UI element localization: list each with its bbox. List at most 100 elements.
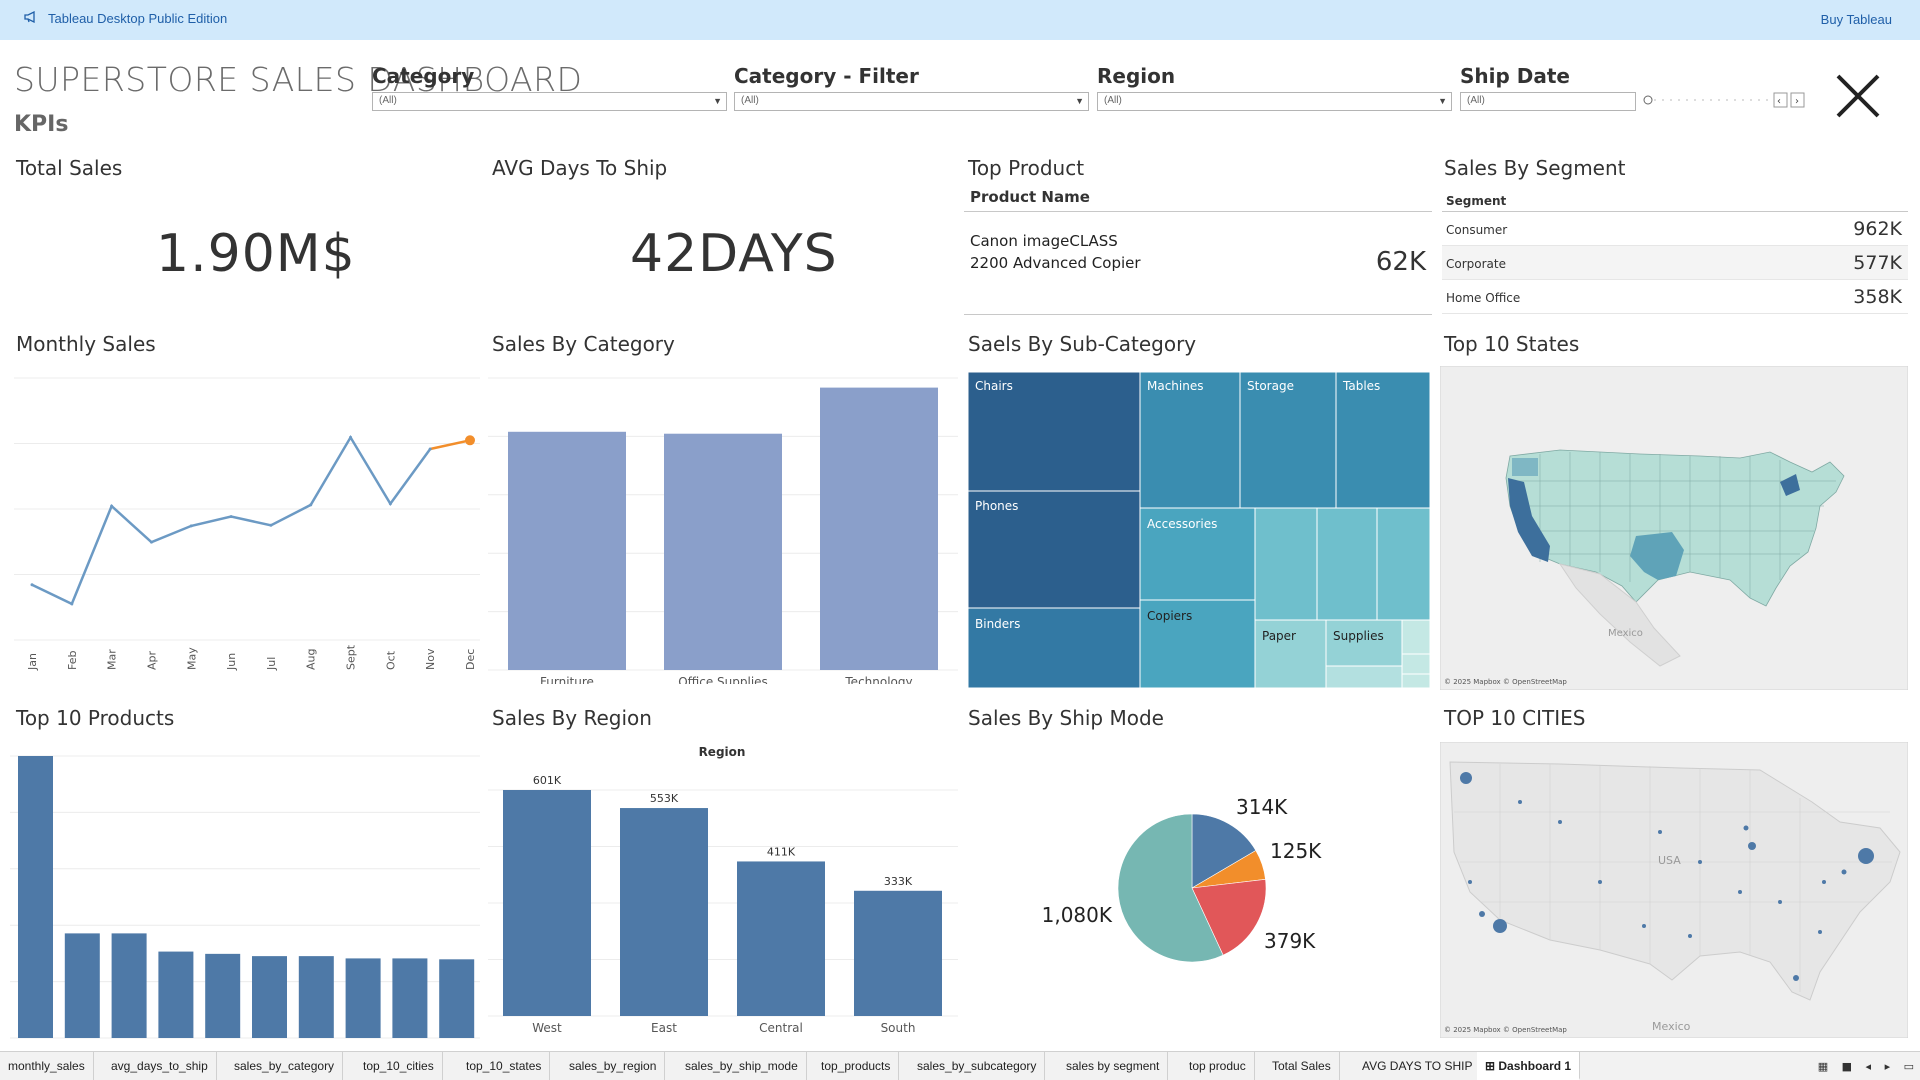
sheet-tab[interactable]: sales by segment xyxy=(1058,1052,1169,1080)
data-label: 601K xyxy=(533,774,562,787)
x-tick-label: East xyxy=(651,1021,677,1035)
city-marker xyxy=(1778,900,1782,904)
table-row[interactable]: Home Office 358K xyxy=(1442,280,1908,314)
divider xyxy=(964,314,1432,315)
filter-title: Region xyxy=(1097,64,1176,88)
city-marker xyxy=(1822,880,1826,884)
sheet-tab-label: monthly_sales xyxy=(8,1059,85,1073)
sheet-tab[interactable]: top_products xyxy=(813,1052,900,1080)
sheet-tab-label: Dashboard 1 xyxy=(1498,1059,1572,1073)
table-row[interactable]: Corporate 577K xyxy=(1442,246,1908,280)
bar xyxy=(298,956,334,1038)
sheet-tab-label: sales_by_ship_mode xyxy=(685,1059,798,1073)
next-sheet-icon[interactable]: ▸ xyxy=(1885,1060,1891,1073)
line-point xyxy=(110,504,114,508)
sales-by-ship-mode-title: Sales By Ship Mode xyxy=(968,706,1164,730)
line-point xyxy=(465,435,475,446)
top-product-title: Top Product xyxy=(968,156,1085,180)
sheet-tab[interactable]: sales_by_ship_mode xyxy=(677,1052,807,1080)
city-marker xyxy=(1468,880,1472,884)
close-icon[interactable] xyxy=(1834,72,1882,120)
sheet-tab[interactable]: monthly_sales xyxy=(0,1052,94,1080)
sheet-tab[interactable]: AVG DAYS TO SHIP xyxy=(1354,1052,1482,1080)
sheet-tab[interactable]: sales_by_category xyxy=(226,1052,344,1080)
region-header: Region xyxy=(699,745,746,759)
filter-title: Category - Filter xyxy=(734,64,919,88)
sales-by-subcategory-title: Saels By Sub-Category xyxy=(968,332,1197,356)
bar xyxy=(508,431,626,670)
top-banner: Tableau Desktop Public Edition Buy Table… xyxy=(0,0,1920,40)
pie-label: 125K xyxy=(1270,839,1322,863)
sheet-tab-label: top_10_states xyxy=(466,1059,542,1073)
avg-days-title: AVG Days To Ship xyxy=(492,156,668,180)
line-point xyxy=(70,602,74,606)
city-marker xyxy=(1743,825,1749,831)
x-tick-label: Jul xyxy=(265,657,278,671)
monthly-sales-title: Monthly Sales xyxy=(16,332,156,356)
filter-dropdown[interactable]: (All) ▼ xyxy=(372,92,727,111)
sheet-tab[interactable]: top_10_cities xyxy=(355,1052,443,1080)
top-products-chart[interactable] xyxy=(10,740,480,1040)
sheet-tab[interactable]: top_10_states xyxy=(458,1052,551,1080)
sheet-tab[interactable]: Total Sales xyxy=(1264,1052,1340,1080)
bar xyxy=(620,808,708,1016)
sheet-tab[interactable]: ⊞ Dashboard 1 xyxy=(1477,1052,1581,1080)
filter-dropdown[interactable]: (All) ▼ xyxy=(1097,92,1452,111)
bar xyxy=(820,387,938,670)
sheet-tab[interactable]: top produc xyxy=(1181,1052,1255,1080)
sales-by-category-title: Sales By Category xyxy=(492,332,675,356)
x-tick-label: Jun xyxy=(225,653,238,671)
bar xyxy=(503,790,591,1016)
sheet-tab[interactable]: avg_days_to_ship xyxy=(103,1052,217,1080)
map-attribution: © 2025 Mapbox © OpenStreetMap xyxy=(1444,1026,1567,1034)
pie-label: 314K xyxy=(1236,795,1288,819)
sheet-tab-label: top_products xyxy=(821,1059,891,1073)
city-marker xyxy=(1688,934,1692,938)
top-cities-map[interactable]: USA Mexico © 2025 Mapbox © OpenStreetMap xyxy=(1440,742,1908,1038)
sales-by-region-chart[interactable]: Region 601K West 553K East 411K Central 333K Sou… xyxy=(488,740,958,1040)
film-strip-icon[interactable]: ■ xyxy=(1842,1060,1852,1073)
city-marker xyxy=(1558,820,1562,824)
x-tick-label: Apr xyxy=(145,650,158,670)
treemap-cell-small xyxy=(1401,673,1430,688)
top-product-name: Canon imageCLASS 2200 Advanced Copier xyxy=(970,232,1141,272)
ship-mode-pie-chart[interactable]: 314K 125K 379K 1,080K xyxy=(1040,776,1340,992)
grid-view-icon[interactable]: ▦ xyxy=(1818,1060,1828,1073)
top-products-title: Top 10 Products xyxy=(16,706,175,730)
city-marker xyxy=(1818,930,1822,934)
prev-sheet-icon[interactable]: ◂ xyxy=(1866,1060,1872,1073)
bar xyxy=(111,933,147,1038)
dropdown-arrow-icon: ▼ xyxy=(1075,96,1084,106)
segment-value: 577K xyxy=(1853,252,1902,274)
segment-name: Consumer xyxy=(1446,223,1508,237)
top-states-map[interactable]: Mexico © 2025 Mapbox © OpenStreetMap xyxy=(1440,366,1908,690)
filter-region: Region (All) ▼ xyxy=(1097,64,1452,111)
filter-title: Category xyxy=(372,64,475,88)
sheet-tab-label: top_10_cities xyxy=(363,1059,434,1073)
kpis-label: KPIs xyxy=(14,112,69,137)
x-tick-label: South xyxy=(881,1021,916,1035)
x-tick-label: Feb xyxy=(66,651,79,670)
sales-by-category-chart[interactable]: Furniture Office Supplies Technology xyxy=(488,368,958,684)
monthly-sales-chart[interactable]: Jan Feb Mar Apr May Jun Jul Aug Sept Oct Nov Dec xyxy=(10,368,480,684)
treemap-label-storage: Storage xyxy=(1247,379,1294,393)
segment-title: Sales By Segment xyxy=(1444,156,1626,180)
bar xyxy=(18,756,53,1038)
top-product-value: 62K xyxy=(1375,247,1426,277)
sheet-tab-bar: ▦ ■ ◂ ▸ ▭ monthly_sales avg_days_to_ship s… xyxy=(0,1051,1920,1080)
ship-date-input[interactable]: (All) xyxy=(1460,92,1636,111)
ship-date-slider[interactable]: ‹ › xyxy=(1640,92,1820,112)
treemap-label-chairs: Chairs xyxy=(975,379,1013,393)
top-states-title: Top 10 States xyxy=(1444,332,1580,356)
sheet-tab[interactable]: sales_by_subcategory xyxy=(909,1052,1046,1080)
bar xyxy=(854,890,942,1016)
data-label: 333K xyxy=(884,875,913,888)
filter-dropdown[interactable]: (All) ▼ xyxy=(734,92,1089,111)
subcategory-treemap[interactable]: Chairs Phones Binders Machines Storage T… xyxy=(968,372,1430,688)
sheet-tab-label: sales_by_category xyxy=(234,1059,335,1073)
city-marker xyxy=(1658,830,1662,834)
present-icon[interactable]: ▭ xyxy=(1904,1060,1914,1073)
buy-tableau-link[interactable]: Buy Tableau xyxy=(1821,12,1892,27)
table-row[interactable]: Consumer 962K xyxy=(1442,212,1908,246)
sheet-tab[interactable]: sales_by_region xyxy=(561,1052,666,1080)
